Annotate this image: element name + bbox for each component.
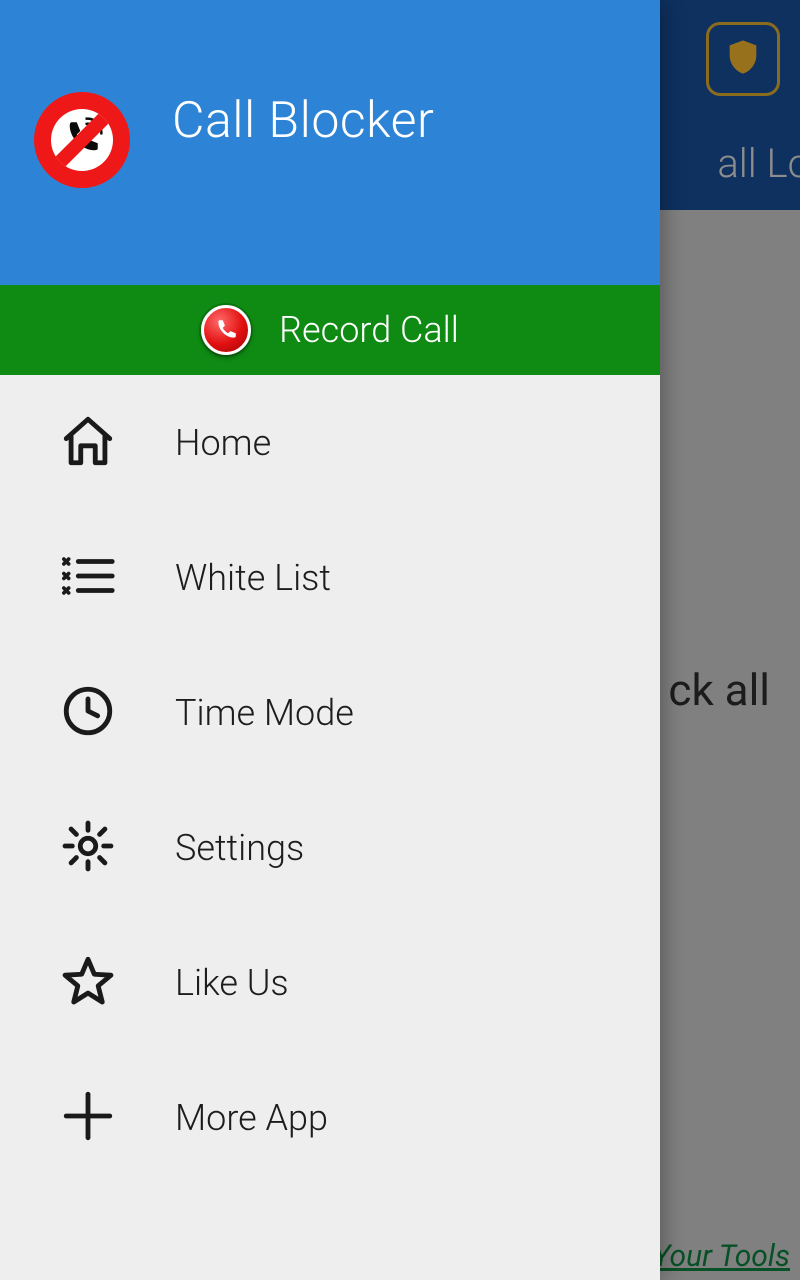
record-phone-icon [201, 305, 251, 355]
drawer-title: Call Blocker [172, 92, 434, 150]
menu-label: Settings [175, 827, 304, 869]
menu-list: Home White List [0, 375, 660, 1280]
menu-label: Like Us [175, 962, 289, 1004]
clock-icon [59, 682, 117, 744]
menu-item-moreapp[interactable]: More App [0, 1050, 660, 1185]
menu-item-timemode[interactable]: Time Mode [0, 645, 660, 780]
star-icon [59, 952, 117, 1014]
menu-item-settings[interactable]: Settings [0, 780, 660, 915]
record-call-button[interactable]: Record Call [0, 285, 660, 375]
menu-label: White List [175, 557, 331, 599]
menu-item-likeus[interactable]: Like Us [0, 915, 660, 1050]
menu-label: Time Mode [175, 692, 354, 734]
plus-icon [59, 1087, 117, 1149]
app-root: all Lo ck all Your Tools [0, 0, 800, 1280]
menu-label: Home [175, 422, 271, 464]
record-call-label: Record Call [279, 309, 459, 351]
home-icon [59, 412, 117, 474]
menu-label: More App [175, 1097, 328, 1139]
list-icon [59, 547, 117, 609]
gear-icon [59, 817, 117, 879]
nav-drawer: Call Blocker Record Call Home [0, 0, 660, 1280]
menu-item-home[interactable]: Home [0, 375, 660, 510]
app-logo [34, 92, 130, 188]
menu-item-whitelist[interactable]: White List [0, 510, 660, 645]
drawer-header: Call Blocker [0, 0, 660, 285]
